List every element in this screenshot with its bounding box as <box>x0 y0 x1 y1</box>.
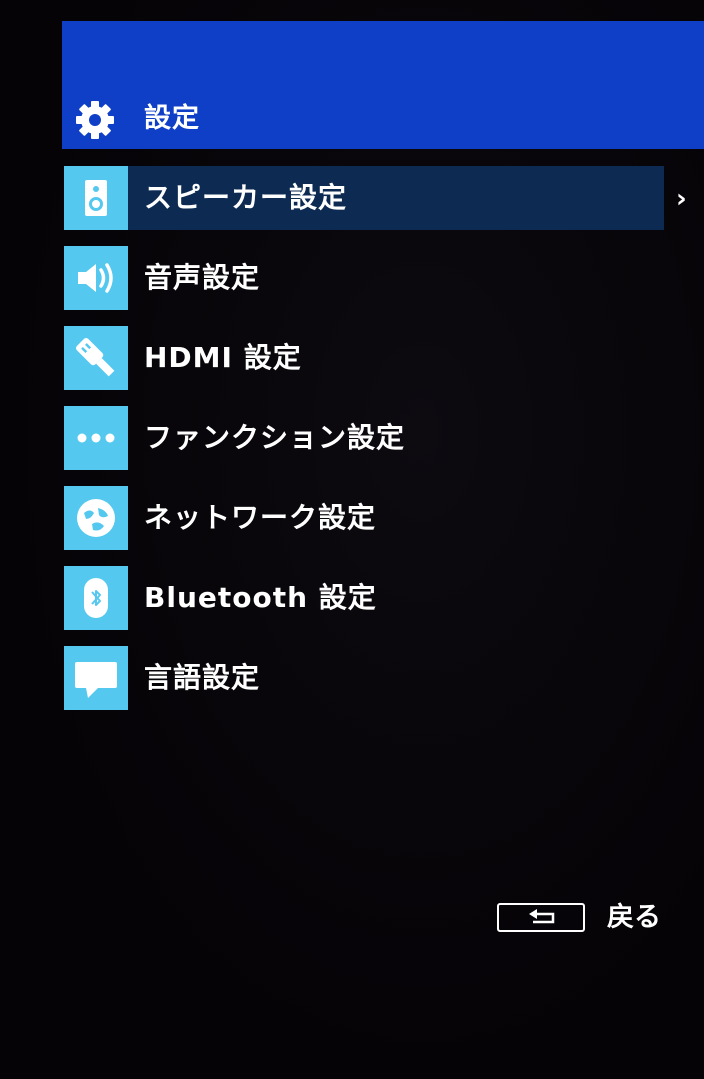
menu-item-bluetooth-settings[interactable]: Bluetooth 設定 <box>62 566 704 630</box>
return-key-icon <box>497 903 585 932</box>
menu-item-sound-settings[interactable]: 音声設定 <box>62 246 704 310</box>
bluetooth-icon <box>64 566 128 630</box>
speaker-icon <box>64 166 128 230</box>
page-title: 設定 <box>144 103 200 134</box>
menu-item-label: 音声設定 <box>144 261 261 294</box>
screen: 設定 スピーカー設定 音声設定 HDMI 設定 ファンクション設定 ネットワーク… <box>0 0 704 1079</box>
menu-item-label: 言語設定 <box>144 661 261 694</box>
volume-icon <box>64 246 128 310</box>
menu-item-speaker-settings[interactable]: スピーカー設定 <box>62 166 704 230</box>
menu-item-language-settings[interactable]: 言語設定 <box>62 646 704 710</box>
chevron-right-icon[interactable]: › <box>676 186 687 212</box>
hdmi-plug-icon <box>64 326 128 390</box>
network-globe-icon <box>64 486 128 550</box>
menu-item-label: ファンクション設定 <box>144 421 406 454</box>
gear-icon <box>76 101 114 139</box>
back-label: 戻る <box>607 902 661 933</box>
settings-menu: スピーカー設定 音声設定 HDMI 設定 ファンクション設定 ネットワーク設定 … <box>62 166 704 726</box>
menu-item-label: HDMI 設定 <box>144 341 302 374</box>
header-bar: 設定 <box>62 21 704 149</box>
menu-item-label: スピーカー設定 <box>144 181 348 214</box>
more-dots-icon <box>64 406 128 470</box>
menu-item-function-settings[interactable]: ファンクション設定 <box>62 406 704 470</box>
menu-item-network-settings[interactable]: ネットワーク設定 <box>62 486 704 550</box>
menu-item-label: Bluetooth 設定 <box>144 581 377 614</box>
menu-item-hdmi-settings[interactable]: HDMI 設定 <box>62 326 704 390</box>
speech-bubble-icon <box>64 646 128 710</box>
menu-item-label: ネットワーク設定 <box>144 501 377 534</box>
